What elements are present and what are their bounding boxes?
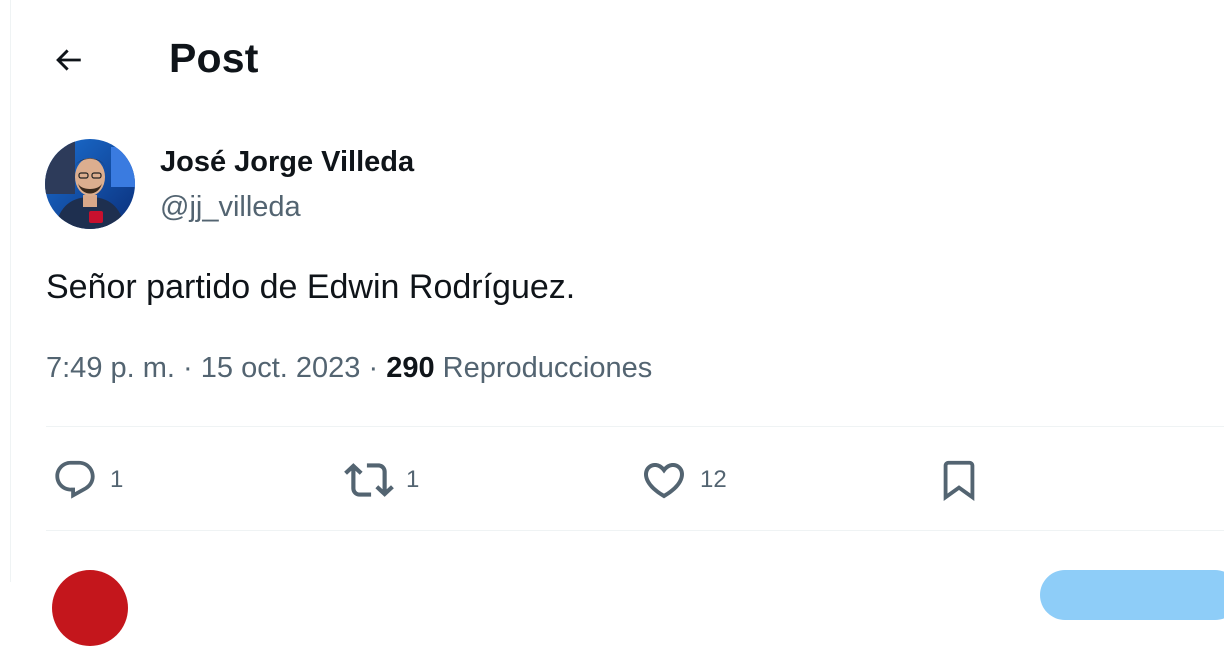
reply-button[interactable]: 1 bbox=[52, 452, 123, 508]
reply-submit-button[interactable] bbox=[1040, 570, 1224, 620]
post-time[interactable]: 7:49 p. m. bbox=[46, 352, 175, 384]
post-date[interactable]: 15 oct. 2023 bbox=[201, 352, 361, 384]
divider-top bbox=[46, 426, 1224, 427]
views-label: Reproducciones bbox=[442, 352, 653, 384]
repost-button[interactable]: 1 bbox=[344, 452, 419, 508]
reply-count: 1 bbox=[110, 466, 124, 493]
divider-bottom bbox=[46, 530, 1224, 531]
heart-icon bbox=[643, 463, 685, 499]
views-count: 290 bbox=[386, 352, 435, 384]
repost-count: 1 bbox=[406, 466, 420, 493]
meta-separator: · bbox=[368, 352, 379, 384]
meta-separator: · bbox=[183, 352, 193, 384]
bookmark-button[interactable] bbox=[936, 452, 982, 508]
repost-arrows-icon bbox=[344, 463, 394, 497]
post-header: Post bbox=[0, 0, 1224, 118]
post-meta: 7:49 p. m. · 15 oct. 2023 · 290 Reproduc… bbox=[46, 350, 652, 386]
like-button[interactable]: 12 bbox=[640, 452, 727, 508]
post-text: Señor partido de Edwin Rodríguez. bbox=[46, 268, 576, 306]
avatar-image bbox=[45, 139, 135, 229]
like-count: 12 bbox=[700, 466, 727, 493]
reply-composer-avatar[interactable] bbox=[52, 570, 128, 646]
bookmark-icon bbox=[943, 460, 975, 501]
author-handle[interactable]: @jj_villeda bbox=[160, 190, 301, 224]
arrow-left-icon bbox=[56, 49, 81, 71]
avatar[interactable] bbox=[45, 139, 135, 229]
page-title: Post bbox=[169, 35, 259, 81]
author-name[interactable]: José Jorge Villeda bbox=[160, 145, 414, 179]
back-button[interactable] bbox=[42, 34, 94, 86]
reply-bubble-icon bbox=[55, 460, 95, 499]
